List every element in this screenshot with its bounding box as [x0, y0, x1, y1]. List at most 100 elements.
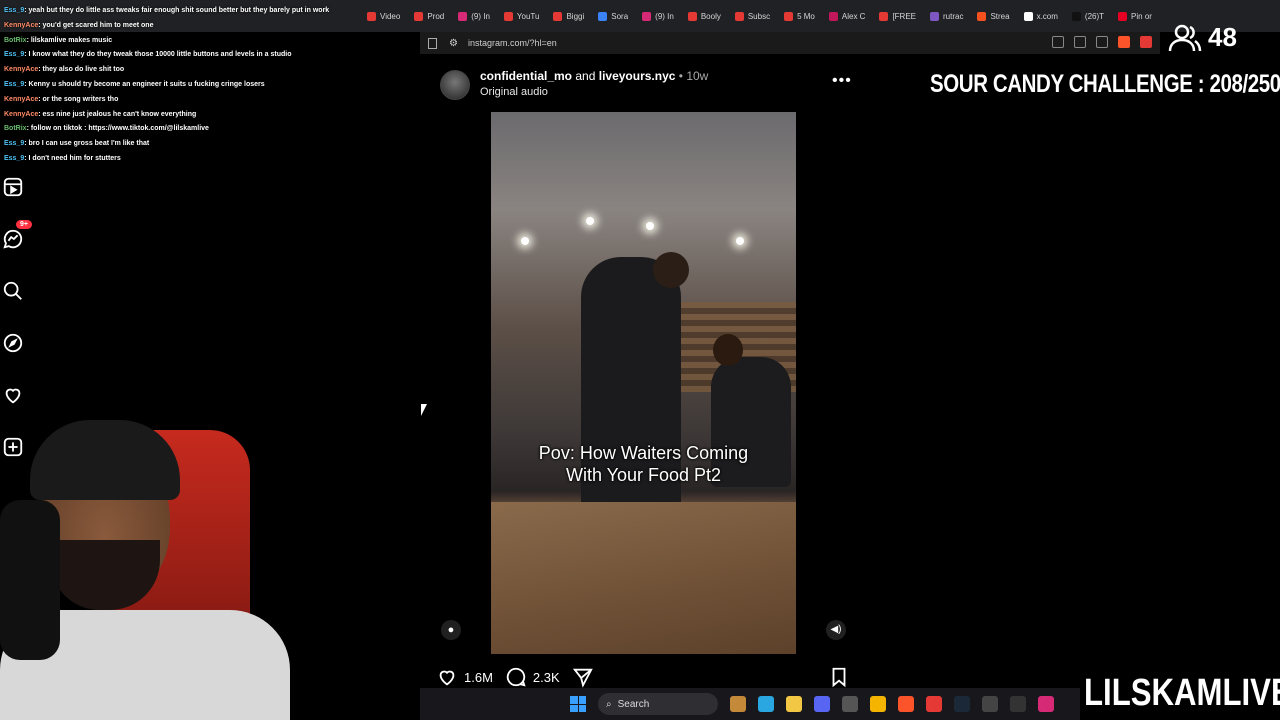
post-authors: confidential_mo and liveyours.nyc • 10w — [480, 69, 708, 83]
audio-toggle-icon[interactable]: ◀) — [826, 620, 846, 640]
chat-text: : Kenny u should try become an engineer … — [24, 80, 265, 88]
reels-icon[interactable] — [2, 176, 24, 198]
more-options-icon[interactable]: ••• — [832, 72, 852, 90]
browser-tab[interactable]: Biggi — [546, 4, 591, 28]
browser-tab[interactable]: (9) In — [635, 4, 681, 28]
tab-favicon-icon — [930, 11, 939, 21]
tab-favicon-icon — [784, 11, 794, 21]
chat-username: BotRix — [4, 125, 27, 133]
instagram-icon[interactable] — [1038, 696, 1054, 712]
rewards-icon[interactable] — [1140, 36, 1152, 48]
address-bar[interactable]: ⚙ instagram.com/?hl=en — [420, 32, 1160, 54]
messenger-icon[interactable]: 9+ — [2, 220, 32, 250]
save-button[interactable] — [828, 666, 850, 688]
site-info-icon[interactable]: ⚙ — [449, 38, 458, 49]
heart-icon[interactable] — [2, 384, 24, 406]
caption-line-2: With Your Food Pt2 — [565, 465, 722, 485]
cast-icon[interactable] — [1052, 36, 1064, 48]
taskbar-search[interactable]: ⌕ Search — [598, 693, 718, 715]
ceiling-light — [586, 217, 594, 225]
tab-label: (26)T — [1084, 11, 1105, 21]
store-icon[interactable] — [842, 696, 858, 712]
browser-tab[interactable]: Alex C — [822, 4, 873, 28]
zoom-icon[interactable] — [1074, 36, 1086, 48]
author-link-2[interactable]: liveyours.nyc — [599, 69, 676, 83]
widgets-icon[interactable] — [730, 696, 746, 712]
browser-tab[interactable]: x.com — [1017, 4, 1065, 28]
comment-icon — [506, 667, 526, 687]
comment-button[interactable]: 2.3K — [505, 666, 560, 688]
authors-and: and — [575, 69, 596, 83]
obs-icon[interactable] — [926, 696, 942, 712]
post-video[interactable]: Pov: How Waiters Coming With Your Food P… — [427, 112, 860, 654]
chat-message: Ess_9: yeah but they do little ass tweak… — [0, 4, 420, 19]
chat-text: : I don't need him for stutters — [24, 154, 121, 162]
tagged-user-icon[interactable]: ● — [441, 620, 461, 640]
explore-icon[interactable] — [2, 332, 24, 354]
chat-text: : bro I can use gross beat I'm like that — [24, 140, 150, 148]
like-count: 1.6M — [464, 669, 493, 685]
browser-tab[interactable]: 5 Mo — [777, 4, 822, 28]
windows-start-icon[interactable] — [570, 696, 586, 712]
chat-text: : yeah but they do little ass tweaks fai… — [24, 7, 330, 14]
search-icon[interactable] — [2, 280, 24, 302]
chat-text: : ess nine just jealous he can't know ev… — [38, 110, 197, 118]
tab-favicon-icon — [598, 11, 608, 21]
chrome-icon[interactable] — [870, 696, 886, 712]
browser-tab[interactable]: Sora — [591, 4, 635, 28]
chat-text: : I know what they do they tweak those 1… — [24, 51, 292, 59]
browser-tab[interactable]: Subsc — [728, 4, 777, 28]
share-icon[interactable] — [1096, 36, 1108, 48]
brave-icon[interactable] — [898, 696, 914, 712]
browser-tab[interactable]: Booly — [681, 4, 728, 28]
tab-label: Pin or — [1131, 11, 1152, 21]
copilot-icon[interactable] — [758, 696, 774, 712]
tab-favicon-icon — [642, 11, 652, 21]
bookmark-icon[interactable] — [428, 37, 437, 49]
chat-text: : you'd get scared him to meet one — [38, 21, 154, 29]
chat-message: Ess_9: Kenny u should try become an engi… — [0, 78, 420, 93]
share-button[interactable] — [572, 666, 594, 688]
audio-link[interactable]: Original audio — [480, 86, 548, 98]
chat-message: BotRix: lilskamlive makes music — [0, 34, 420, 49]
app-icon[interactable] — [1010, 696, 1026, 712]
tab-label: Booly — [700, 11, 721, 21]
chat-username: Ess_9 — [4, 7, 25, 14]
viewers-icon — [1168, 24, 1202, 51]
browser-tab[interactable]: YouTu — [497, 4, 547, 28]
brave-shield-icon[interactable] — [1118, 36, 1130, 48]
share-icon — [572, 668, 593, 688]
file-explorer-icon[interactable] — [786, 696, 802, 712]
tab-label: YouTu — [516, 11, 540, 21]
waiter-head — [653, 252, 689, 288]
browser-tab[interactable]: [FREE — [872, 4, 923, 28]
challenge-banner: SOUR CANDY CHALLENGE : 208/250 — [930, 70, 1280, 98]
chat-message: KennyAce: ess nine just jealous he can't… — [0, 108, 420, 123]
tab-label: Prod — [427, 11, 445, 21]
discord-icon[interactable] — [814, 696, 830, 712]
app-icon[interactable] — [982, 696, 998, 712]
browser-tab[interactable]: rutrac — [923, 4, 970, 28]
heart-icon — [439, 670, 455, 686]
like-button[interactable]: 1.6M — [436, 666, 493, 688]
url-text[interactable]: instagram.com/?hl=en — [468, 38, 557, 48]
webcam-feed — [0, 420, 290, 720]
post-header: confidential_mo and liveyours.nyc • 10w … — [440, 64, 860, 104]
browser-tab[interactable]: Pin or — [1111, 4, 1159, 28]
browser-tab[interactable]: (9) In — [451, 4, 497, 28]
browser-tab[interactable]: (26)T — [1065, 4, 1111, 28]
viewer-count: 48 — [1168, 22, 1237, 53]
chat-username: Ess_9 — [4, 140, 25, 148]
avatar[interactable] — [440, 70, 470, 100]
chat-text: : or the song writers tho — [38, 95, 119, 103]
author-link-1[interactable]: confidential_mo — [480, 69, 572, 83]
tab-favicon-icon — [1071, 11, 1081, 21]
mouse-cursor — [421, 404, 427, 416]
tab-label: Subsc — [747, 11, 771, 21]
search-icon: ⌕ — [606, 698, 612, 710]
tab-favicon-icon — [734, 11, 744, 21]
chat-username: KennyAce — [4, 21, 39, 29]
browser-tab[interactable]: Strea — [970, 4, 1016, 28]
steam-icon[interactable] — [954, 696, 970, 712]
comment-count: 2.3K — [532, 669, 560, 685]
